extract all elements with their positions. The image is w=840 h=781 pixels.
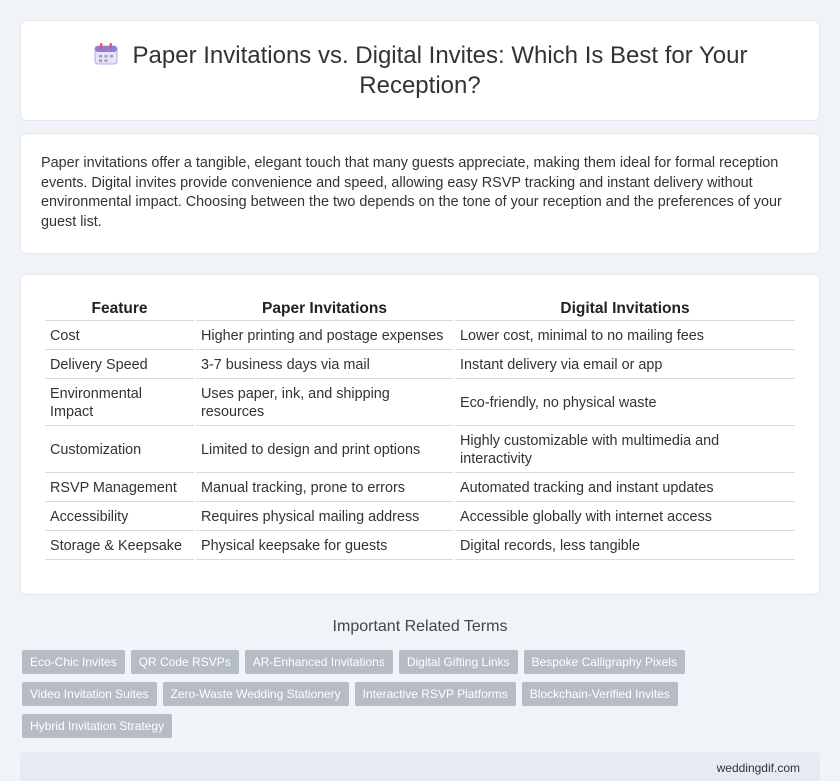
table-row: Cost Higher printing and postage expenses… [45,323,795,350]
footer-site: weddingdif.com [716,761,800,775]
table-row: Environmental Impact Uses paper, ink, and… [45,381,795,426]
feature-cell: Cost [45,323,194,350]
related-term-tag[interactable]: QR Code RSVPs [130,650,239,674]
paper-cell: Limited to design and print options [196,428,453,473]
table-row: Customization Limited to design and print… [45,428,795,473]
digital-cell: Instant delivery via email or app [455,352,795,379]
table-row: Delivery Speed 3-7 business days via mail… [45,352,795,379]
related-term-tag[interactable]: Blockchain-Verified Invites [521,682,678,706]
related-term-tag[interactable]: Video Invitation Suites [22,682,157,706]
footer: weddingdif.com [20,752,820,781]
paper-cell: Manual tracking, prone to errors [196,475,453,502]
paper-cell: 3-7 business days via mail [196,352,453,379]
table-header-row: Feature Paper Invitations Digital Invita… [45,297,795,321]
table-row: RSVP Management Manual tracking, prone to… [45,475,795,502]
digital-cell: Accessible globally with internet access [455,504,795,531]
summary-text: Paper invitations offer a tangible, eleg… [41,155,782,230]
digital-cell: Automated tracking and instant updates [455,475,795,502]
comparison-card: Feature Paper Invitations Digital Invita… [20,274,820,595]
related-terms-title: Important Related Terms [332,618,508,635]
table-row: Storage & Keepsake Physical keepsake for … [45,533,795,560]
calendar-icon [93,42,119,66]
column-header: Digital Invitations [455,297,795,321]
paper-cell: Requires physical mailing address [196,504,453,531]
column-header: Feature [45,297,194,321]
related-term-tag[interactable]: Bespoke Calligraphy Pixels [523,650,685,674]
digital-cell: Digital records, less tangible [455,533,795,560]
feature-cell: Accessibility [45,504,194,531]
related-term-tag[interactable]: Eco-Chic Invites [22,650,125,674]
related-term-tag[interactable]: Digital Gifting Links [398,650,518,674]
related-term-tag[interactable]: Interactive RSVP Platforms [354,682,516,706]
digital-cell: Lower cost, minimal to no mailing fees [455,323,795,350]
related-terms-list: Eco-Chic Invites QR Code RSVPs AR-Enhanced… [22,650,820,738]
column-header: Paper Invitations [196,297,453,321]
page-header: Paper Invitations vs. Digital Invites: W… [20,20,820,121]
page-title: Paper Invitations vs. Digital Invites: W… [132,41,748,99]
table-row: Accessibility Requires physical mailing a… [45,504,795,531]
feature-cell: Storage & Keepsake [45,533,194,560]
feature-cell: Customization [45,428,194,473]
related-term-tag[interactable]: Zero-Waste Wedding Stationery [162,682,349,706]
paper-cell: Uses paper, ink, and shipping resources [196,381,453,426]
digital-cell: Highly customizable with multimedia and … [455,428,795,473]
paper-cell: Higher printing and postage expenses [196,323,453,350]
summary-card: Paper invitations offer a tangible, eleg… [20,133,820,254]
related-term-tag[interactable]: Hybrid Invitation Strategy [22,714,173,738]
feature-cell: Environmental Impact [45,381,194,426]
feature-cell: RSVP Management [45,475,194,502]
feature-cell: Delivery Speed [45,352,194,379]
comparison-table: Feature Paper Invitations Digital Invita… [43,295,797,562]
related-term-tag[interactable]: AR-Enhanced Invitations [244,650,393,674]
digital-cell: Eco-friendly, no physical waste [455,381,795,426]
paper-cell: Physical keepsake for guests [196,533,453,560]
